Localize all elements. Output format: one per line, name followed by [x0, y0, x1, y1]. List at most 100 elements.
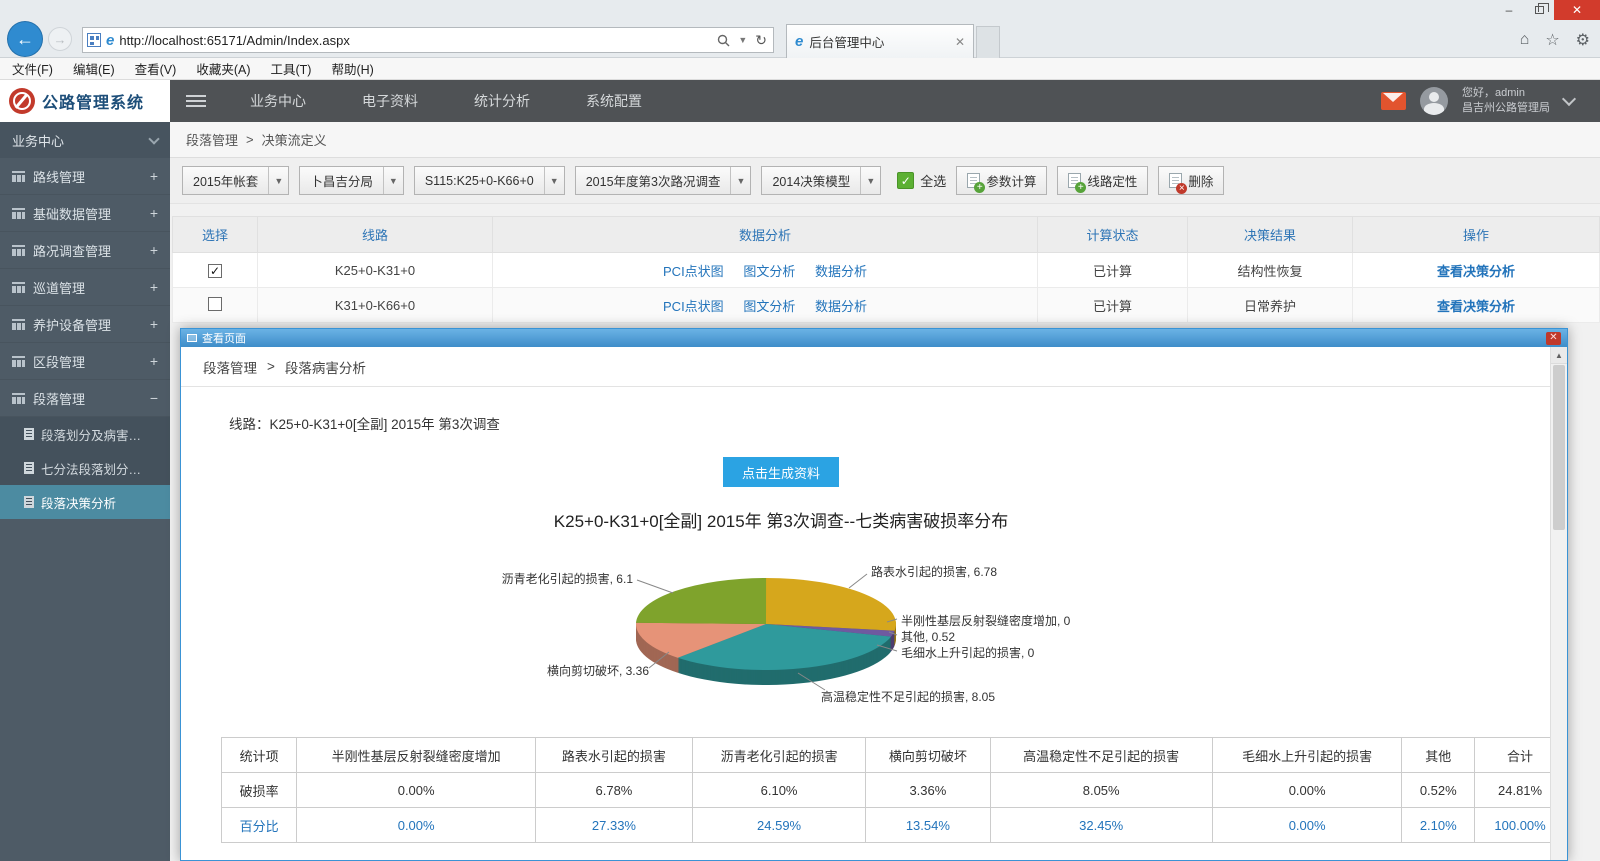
- browser-chrome: – ✕ ← → e http://localhost:65171/Admin/I…: [0, 0, 1600, 58]
- pie-label-high-temp: 高温稳定性不足引起的损害, 8.05: [821, 688, 995, 705]
- delete-icon: [1169, 173, 1182, 188]
- dropdown-survey[interactable]: 2015年度第3次路况调查▼: [575, 166, 752, 195]
- nav-system-config[interactable]: 系统配置: [558, 80, 670, 122]
- pci-dot-chart-link[interactable]: PCI点状图: [663, 264, 724, 279]
- select-all-checkbox[interactable]: 全选: [897, 171, 946, 190]
- stats-value-cell: 2.10%: [1402, 808, 1475, 843]
- pie-label-asphalt-aging: 沥青老化引起的损害, 6.1: [433, 570, 633, 587]
- sidebar-toggle-button[interactable]: [170, 80, 222, 122]
- dropdown-decision-model[interactable]: 2014决策模型▼: [761, 166, 881, 195]
- compatibility-view-icon[interactable]: [87, 33, 101, 47]
- data-analysis-link[interactable]: 数据分析: [815, 264, 867, 279]
- user-avatar[interactable]: [1420, 87, 1448, 115]
- address-dropdown-icon[interactable]: ▼: [738, 35, 747, 45]
- nav-electronic-files[interactable]: 电子资料: [334, 80, 446, 122]
- row-checkbox[interactable]: [208, 264, 222, 278]
- menu-help[interactable]: 帮助(H): [331, 59, 373, 78]
- modal-close-button[interactable]: ✕: [1546, 332, 1561, 345]
- sidebar-subitem-seven-method[interactable]: 七分法段落划分…: [0, 451, 170, 485]
- expand-plus-icon[interactable]: +: [150, 279, 158, 295]
- data-analysis-link[interactable]: 数据分析: [815, 299, 867, 314]
- breadcrumb-parent[interactable]: 段落管理: [186, 130, 238, 149]
- browser-tab[interactable]: e 后台管理中心 ✕: [786, 24, 974, 58]
- mail-icon[interactable]: [1381, 92, 1406, 110]
- address-bar[interactable]: e http://localhost:65171/Admin/Index.asp…: [82, 27, 774, 53]
- disease-stats-table: 统计项半刚性基层反射裂缝密度增加路表水引起的损害沥青老化引起的损害横向剪切破坏高…: [221, 737, 1550, 843]
- module-icon: [12, 245, 25, 256]
- delete-button[interactable]: 删除: [1158, 166, 1224, 195]
- sidebar-item-base-data-mgmt[interactable]: 基础数据管理+: [0, 195, 170, 232]
- sidebar-item-segment-mgmt[interactable]: 段落管理−: [0, 380, 170, 417]
- param-calc-button[interactable]: 参数计算: [956, 166, 1047, 195]
- sidebar-item-equipment-mgmt[interactable]: 养护设备管理+: [0, 306, 170, 343]
- window-close-button[interactable]: ✕: [1554, 0, 1600, 20]
- stats-value-cell: 6.10%: [692, 773, 865, 808]
- tab-close-icon[interactable]: ✕: [955, 35, 965, 49]
- stats-value-cell: 24.81%: [1475, 773, 1550, 808]
- dropdown-caret-icon: ▼: [383, 167, 403, 194]
- dropdown-account-year[interactable]: 2015年帐套▼: [182, 166, 289, 195]
- view-decision-link[interactable]: 查看决策分析: [1437, 264, 1515, 279]
- sidebar-item-patrol-mgmt[interactable]: 巡道管理+: [0, 269, 170, 306]
- route-qualitative-button[interactable]: 线路定性: [1057, 166, 1148, 195]
- home-icon[interactable]: ⌂: [1520, 31, 1530, 49]
- pci-dot-chart-link[interactable]: PCI点状图: [663, 299, 724, 314]
- nav-business-center[interactable]: 业务中心: [222, 80, 334, 122]
- dropdown-caret-icon: ▼: [860, 167, 880, 194]
- window-minimize-button[interactable]: –: [1494, 0, 1524, 20]
- user-org: 昌吉州公路管理局: [1462, 102, 1550, 114]
- sidebar-subitem-decision-analysis[interactable]: 段落决策分析: [0, 485, 170, 519]
- expand-plus-icon[interactable]: +: [150, 205, 158, 221]
- view-decision-link[interactable]: 查看决策分析: [1437, 299, 1515, 314]
- status-cell: 已计算: [1038, 288, 1188, 323]
- refresh-icon[interactable]: ↻: [755, 32, 767, 49]
- line-cell: K25+0-K31+0: [258, 253, 493, 288]
- modal-breadcrumb-current: 段落病害分析: [285, 357, 366, 377]
- dropdown-route[interactable]: S115:K25+0-K66+0▼: [414, 166, 565, 195]
- window-maximize-button[interactable]: [1524, 0, 1554, 20]
- search-icon[interactable]: [717, 34, 730, 47]
- sidebar-item-road-survey-mgmt[interactable]: 路况调查管理+: [0, 232, 170, 269]
- col-calc-status: 计算状态: [1038, 217, 1188, 253]
- menu-view[interactable]: 查看(V): [135, 59, 177, 78]
- modal-scrollbar[interactable]: ▲: [1550, 347, 1567, 860]
- pie-label-surface-water: 路表水引起的损害, 6.78: [871, 563, 997, 580]
- scroll-up-icon[interactable]: ▲: [1551, 347, 1567, 364]
- url-text[interactable]: http://localhost:65171/Admin/Index.aspx: [119, 33, 712, 48]
- graphic-analysis-link[interactable]: 图文分析: [743, 299, 795, 314]
- new-tab-button[interactable]: [976, 26, 1000, 58]
- dropdown-caret-icon: ▼: [268, 167, 288, 194]
- pie-label-transverse-shear: 横向剪切破坏, 3.36: [449, 662, 649, 679]
- browser-forward-button[interactable]: →: [48, 27, 72, 51]
- pie-label-other: 其他, 0.52: [901, 628, 955, 645]
- dropdown-branch[interactable]: 卜昌吉分局▼: [299, 166, 404, 195]
- settings-gear-icon[interactable]: ⚙: [1576, 30, 1590, 50]
- sidebar-item-route-mgmt[interactable]: 路线管理+: [0, 158, 170, 195]
- user-menu-chevron-icon[interactable]: [1562, 92, 1576, 106]
- generate-data-button[interactable]: 点击生成资料: [723, 457, 839, 487]
- expand-plus-icon[interactable]: +: [150, 353, 158, 369]
- nav-statistics[interactable]: 统计分析: [446, 80, 558, 122]
- user-info: 您好，admin 昌吉州公路管理局: [1462, 86, 1550, 116]
- sidebar-item-section-mgmt[interactable]: 区段管理+: [0, 343, 170, 380]
- module-icon: [12, 319, 25, 330]
- expand-plus-icon[interactable]: +: [150, 242, 158, 258]
- tab-title: 后台管理中心: [809, 32, 949, 51]
- collapse-minus-icon[interactable]: −: [150, 390, 158, 406]
- menu-tools[interactable]: 工具(T): [270, 59, 311, 78]
- scrollbar-thumb[interactable]: [1553, 365, 1565, 530]
- app-title: 公路管理系统: [42, 89, 144, 113]
- row-checkbox[interactable]: [208, 297, 222, 311]
- favorites-star-icon[interactable]: ☆: [1545, 30, 1559, 50]
- menu-favorites[interactable]: 收藏夹(A): [196, 59, 250, 78]
- modal-breadcrumb-parent[interactable]: 段落管理: [203, 357, 257, 377]
- menu-edit[interactable]: 编辑(E): [73, 59, 115, 78]
- browser-back-button[interactable]: ←: [8, 22, 42, 56]
- sidebar-section-business-center[interactable]: 业务中心: [0, 122, 170, 158]
- graphic-analysis-link[interactable]: 图文分析: [743, 264, 795, 279]
- modal-titlebar[interactable]: 查看页面 ✕: [181, 329, 1567, 347]
- sidebar-subitem-segment-division[interactable]: 段落划分及病害…: [0, 417, 170, 451]
- expand-plus-icon[interactable]: +: [150, 316, 158, 332]
- expand-plus-icon[interactable]: +: [150, 168, 158, 184]
- menu-file[interactable]: 文件(F): [12, 59, 53, 78]
